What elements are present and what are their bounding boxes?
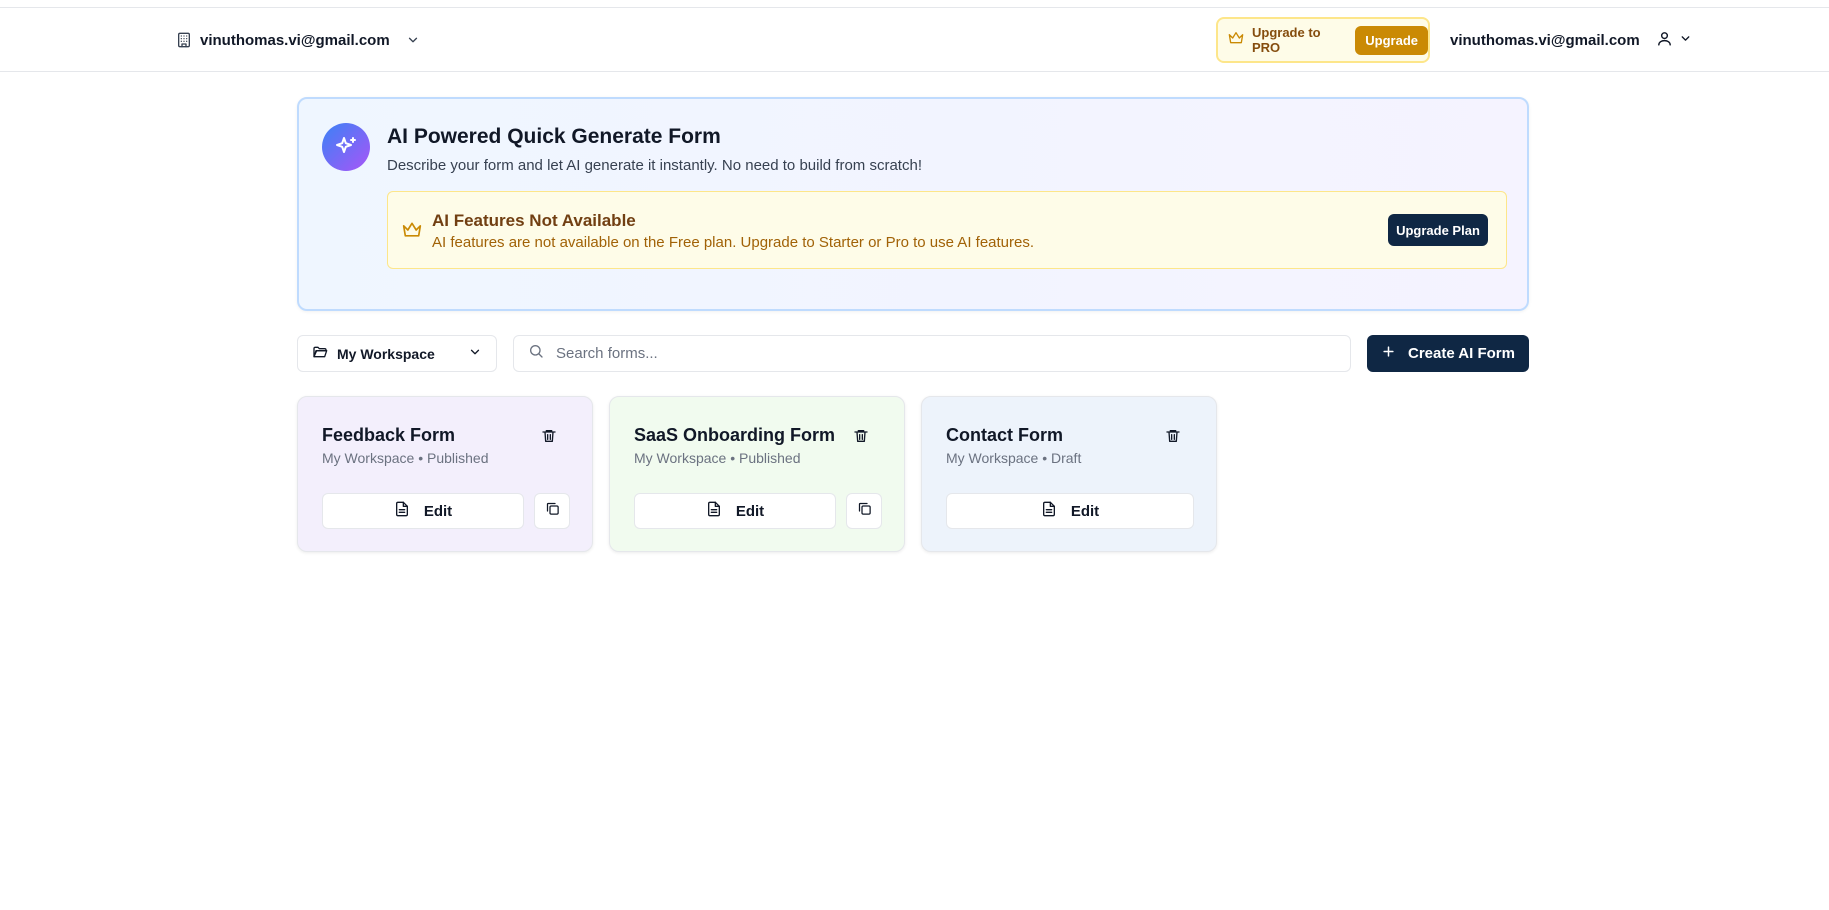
org-switcher[interactable]: vinuthomas.vi@gmail.com: [176, 22, 420, 58]
chevron-down-icon: [406, 33, 420, 47]
upgrade-pro-label: Upgrade to PRO: [1252, 25, 1321, 55]
ai-panel-title: AI Powered Quick Generate Form: [387, 125, 721, 148]
plus-icon: [1381, 344, 1396, 363]
file-text-icon: [706, 501, 722, 521]
ai-unavailable-alert: AI Features Not Available AI features ar…: [387, 191, 1507, 269]
form-meta: My Workspace • Published: [322, 450, 489, 466]
duplicate-form-button[interactable]: [534, 493, 570, 529]
file-text-icon: [1041, 501, 1057, 521]
form-card[interactable]: Feedback Form My Workspace • Published E…: [297, 396, 593, 552]
workspace-select[interactable]: My Workspace: [297, 335, 497, 372]
alert-title: AI Features Not Available: [432, 211, 636, 230]
delete-form-button[interactable]: [850, 427, 872, 449]
file-text-icon: [394, 501, 410, 521]
upgrade-pro-banner: Upgrade to PRO Upgrade: [1216, 17, 1430, 63]
folder-icon: [312, 344, 328, 363]
crown-icon: [1228, 30, 1244, 51]
trash-icon: [541, 428, 557, 449]
workspace-select-value: My Workspace: [337, 345, 435, 362]
sparkles-icon: [322, 123, 370, 171]
delete-form-button[interactable]: [1162, 427, 1184, 449]
search-box: [513, 335, 1351, 372]
chevron-down-icon: [468, 345, 482, 362]
upgrade-button[interactable]: Upgrade: [1355, 25, 1428, 55]
form-meta: My Workspace • Published: [634, 450, 801, 466]
form-meta: My Workspace • Draft: [946, 450, 1082, 466]
building-icon: [176, 32, 192, 48]
edit-form-button[interactable]: Edit: [322, 493, 524, 529]
ai-generate-panel: AI Powered Quick Generate Form Describe …: [297, 97, 1529, 311]
edit-form-button[interactable]: Edit: [946, 493, 1194, 529]
duplicate-form-button[interactable]: [846, 493, 882, 529]
alert-text: AI features are not available on the Fre…: [432, 234, 1035, 251]
create-ai-form-button[interactable]: Create AI Form: [1367, 335, 1529, 372]
copy-icon: [857, 501, 872, 521]
form-title: Contact Form: [946, 425, 1063, 445]
copy-icon: [545, 501, 560, 521]
create-ai-form-label: Create AI Form: [1408, 345, 1515, 362]
user-email: vinuthomas.vi@gmail.com: [1450, 31, 1640, 49]
form-card[interactable]: Contact Form My Workspace • Draft Edit: [921, 396, 1217, 552]
user-icon: [1656, 30, 1673, 51]
ai-panel-subtitle: Describe your form and let AI generate i…: [387, 157, 922, 174]
org-email: vinuthomas.vi@gmail.com: [200, 31, 390, 49]
edit-label: Edit: [1070, 502, 1100, 520]
crown-icon: [402, 220, 422, 245]
edit-form-button[interactable]: Edit: [634, 493, 836, 529]
delete-form-button[interactable]: [538, 427, 560, 449]
edit-label: Edit: [423, 502, 453, 520]
edit-label: Edit: [735, 502, 765, 520]
trash-icon: [853, 428, 869, 449]
form-title: SaaS Onboarding Form: [634, 425, 836, 445]
user-menu[interactable]: vinuthomas.vi@gmail.com: [1450, 22, 1692, 58]
form-title: Feedback Form: [322, 425, 456, 445]
trash-icon: [1165, 428, 1181, 449]
search-input[interactable]: [556, 345, 1316, 362]
form-card[interactable]: SaaS Onboarding Form My Workspace • Publ…: [609, 396, 905, 552]
search-icon: [528, 343, 544, 364]
chevron-down-icon: [1679, 32, 1692, 49]
upgrade-plan-button[interactable]: Upgrade Plan: [1388, 214, 1488, 246]
